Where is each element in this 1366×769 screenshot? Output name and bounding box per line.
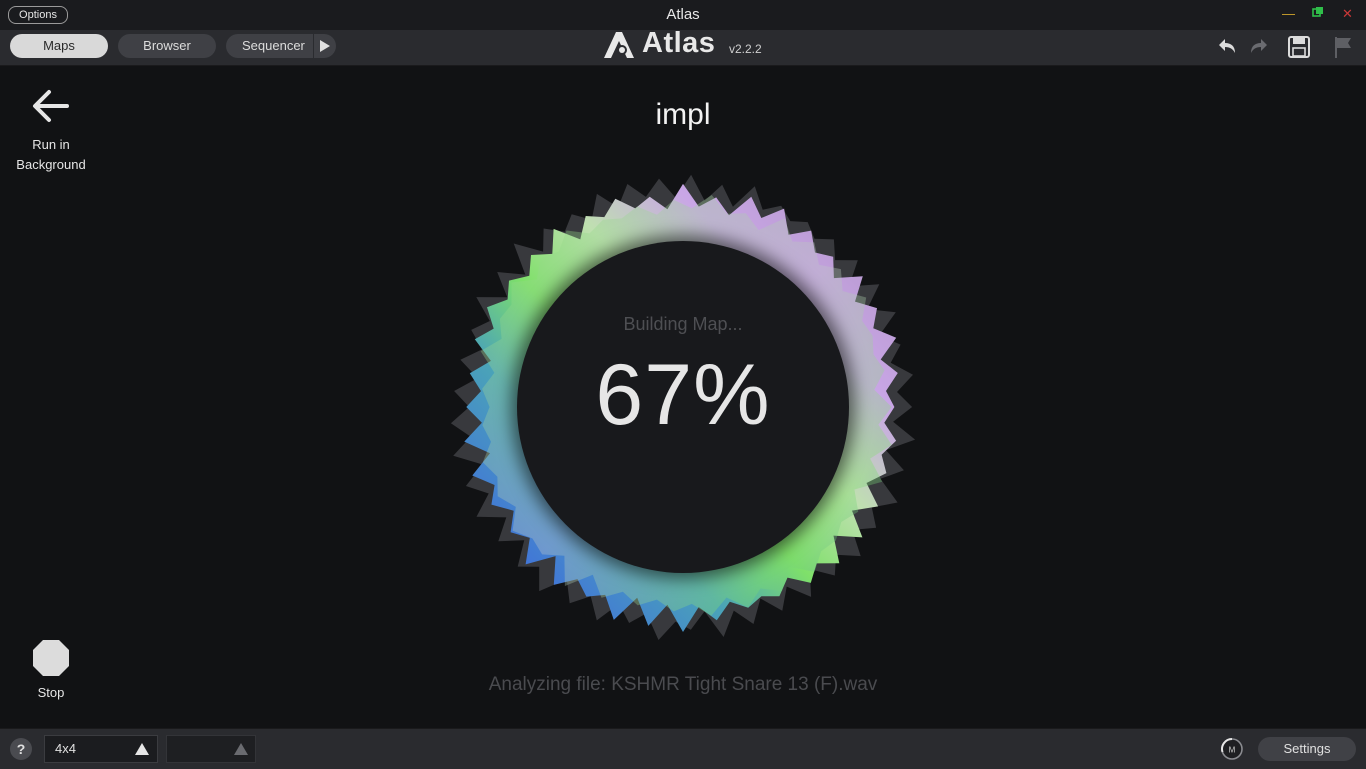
tab-sequencer-label: Sequencer — [242, 38, 305, 53]
analyzing-file-text: Analyzing file: KSHMR Tight Snare 13 (F)… — [488, 674, 878, 695]
midi-button[interactable]: M — [1220, 737, 1244, 761]
secondary-select[interactable] — [166, 735, 256, 763]
atlas-logo-icon — [604, 32, 634, 58]
settings-button[interactable]: Settings — [1258, 737, 1356, 761]
maximize-icon[interactable] — [1312, 6, 1324, 22]
grid-size-value: 4x4 — [55, 741, 76, 756]
save-icon[interactable] — [1286, 34, 1312, 60]
tab-browser[interactable]: Browser — [118, 34, 216, 58]
progress-percent: 67% — [595, 347, 771, 443]
redo-icon[interactable] — [1247, 34, 1273, 60]
map-title: impl — [655, 98, 711, 131]
main-area: Run in Background impl Building Map... 6… — [0, 66, 1366, 728]
app-version: v2.2.2 — [729, 42, 762, 56]
triangle-up-icon — [234, 743, 248, 755]
midi-knob-icon: M — [1221, 738, 1243, 760]
title-bar: Options Atlas — ✕ — [0, 0, 1366, 30]
window-title: Atlas — [666, 6, 700, 23]
triangle-up-icon — [135, 743, 149, 755]
flag-icon[interactable] — [1330, 34, 1356, 60]
help-button[interactable]: ? — [10, 738, 32, 760]
stop-octagon-icon — [33, 640, 69, 676]
status-bar: ? 4x4 M Settings — [0, 728, 1366, 769]
midi-label: M — [1229, 746, 1236, 755]
undo-icon[interactable] — [1213, 34, 1239, 60]
close-icon[interactable]: ✕ — [1342, 6, 1353, 22]
tab-maps[interactable]: Maps — [10, 34, 108, 58]
logo-text: Atlas — [642, 27, 716, 59]
minimize-icon[interactable]: — — [1282, 6, 1295, 22]
build-status-text: Building Map... — [623, 314, 743, 334]
tab-sequencer[interactable]: Sequencer — [226, 34, 336, 58]
grid-size-select[interactable]: 4x4 — [44, 735, 158, 763]
run-in-background-label: Run in Background — [16, 137, 86, 172]
toolbar: Maps Browser Sequencer Atlas v2.2.2 — [0, 27, 1366, 66]
play-icon[interactable] — [313, 34, 337, 58]
